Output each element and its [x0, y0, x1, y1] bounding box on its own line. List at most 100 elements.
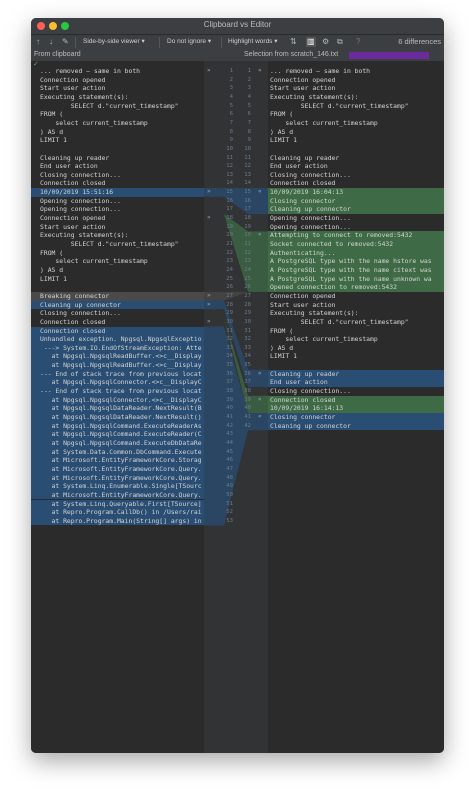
copy-icon[interactable]: ⧉: [337, 37, 343, 47]
left-panel-title: From clipboard: [34, 51, 81, 58]
right-line-number: 35: [244, 362, 251, 369]
left-line-number: 44: [226, 439, 233, 446]
apply-change-left-icon[interactable]: «: [258, 370, 262, 379]
right-code-line: SELECT d."current_timestamp": [270, 317, 409, 326]
edit-source-icon[interactable]: ✎: [62, 37, 69, 47]
left-code-line: at Microsoft.EntityFrameworkCore.Query.: [31, 464, 204, 474]
apply-change-right-icon[interactable]: »: [207, 214, 211, 223]
left-code-line: at Microsoft.EntityFrameworkCore.Storag: [31, 456, 204, 465]
left-line-number: 39: [226, 396, 233, 403]
right-code-line: [268, 361, 444, 370]
left-code-line: SELECT d."current_timestamp": [40, 240, 179, 248]
left-code-line: FROM (: [40, 248, 64, 257]
left-line-number: 16: [226, 197, 233, 204]
right-panel-title: Selection from scratch_146.txt: [244, 51, 339, 58]
left-code-line: Start user action: [40, 84, 106, 93]
apply-change-right-icon[interactable]: »: [207, 188, 211, 197]
highlight-mode-dropdown[interactable]: Highlight words ▾: [228, 37, 278, 47]
right-line-number: 37: [244, 379, 251, 386]
right-line-number: 27: [244, 292, 251, 299]
left-code-line: Connection closed: [40, 179, 106, 188]
left-code-line: Opening connection...: [40, 196, 121, 205]
right-code-line: select current_timestamp: [270, 118, 378, 127]
left-code-line: LIMIT 1: [40, 274, 67, 283]
right-line-number: 8: [247, 128, 251, 135]
apply-change-left-icon[interactable]: «: [258, 231, 262, 240]
apply-change-left-icon[interactable]: «: [258, 396, 262, 405]
left-code-line: Connection opened: [40, 214, 106, 223]
right-code-line: Authenticating...: [268, 248, 444, 258]
right-line-number: 24: [244, 266, 251, 273]
next-difference-icon[interactable]: ↓: [49, 37, 53, 47]
left-code-line: at Microsoft.EntityFrameworkCore.Query.: [31, 473, 204, 483]
left-line-number: 21: [226, 241, 233, 247]
left-line-number: 46: [226, 457, 233, 464]
left-line-number: 14: [226, 180, 233, 187]
apply-change-right-icon[interactable]: »: [207, 301, 211, 310]
toolbar: ↑ ↓ ✎ Side-by-side viewer ▾ Do not ignor…: [31, 35, 444, 51]
diff-connector-band: [204, 291, 268, 301]
right-line-number: 1: [247, 68, 251, 74]
toolbar-separator: [159, 37, 160, 48]
right-line-number: 4: [247, 93, 251, 100]
diff-connectors: [204, 188, 268, 526]
left-code-line: ) AS d: [40, 127, 64, 136]
left-line-number: 31: [226, 327, 233, 334]
right-code-line: A PostgreSQL type with the name hstore w…: [268, 257, 444, 266]
apply-change-right-icon[interactable]: »: [207, 318, 211, 327]
right-line-number: 30: [244, 318, 251, 325]
left-line-number: 50: [226, 491, 233, 498]
sync-scroll-icon[interactable]: ▥: [306, 37, 316, 47]
right-line-number: 17: [244, 206, 251, 213]
left-code-line: --- End of stack trace from previous loc…: [31, 369, 204, 379]
apply-change-left-icon[interactable]: «: [258, 413, 262, 422]
help-icon[interactable]: ?: [356, 37, 360, 47]
left-line-number: 38: [226, 388, 233, 395]
left-code-line: Connection opened: [40, 75, 106, 84]
left-editor[interactable]: ✓ ... removed – same in both Connection o…: [31, 61, 204, 753]
right-code-line: Closing connector: [268, 196, 444, 206]
left-line-number: 10: [226, 145, 233, 152]
left-code-line: select current_timestamp: [40, 118, 148, 127]
right-line-number: 2: [247, 76, 251, 83]
left-line-number: 24: [226, 266, 233, 273]
left-line-number: 12: [226, 163, 233, 170]
ignore-whitespace-dropdown[interactable]: Do not ignore ▾: [167, 37, 211, 47]
left-code-line: [31, 145, 204, 154]
right-line-number: 31: [244, 327, 251, 334]
left-line-number: 36: [226, 370, 233, 377]
diff-connector-band: [204, 214, 268, 292]
viewer-mode-dropdown[interactable]: Side-by-side viewer ▾: [83, 37, 145, 47]
right-code-line: Executing statement(s):: [270, 309, 359, 318]
left-code-line: Executing statement(s):: [40, 92, 129, 101]
editor-headers: From clipboard Selection from scratch_14…: [31, 50, 444, 61]
right-line-number: 6: [247, 111, 251, 118]
right-editor[interactable]: ... removed – same in both Connection ope…: [268, 61, 444, 753]
settings-gear-icon[interactable]: ⚙: [322, 37, 329, 47]
right-line-number: 36: [244, 370, 251, 377]
left-line-number: 11: [226, 154, 233, 161]
left-line-number: 29: [226, 310, 233, 317]
left-code-line: Cleaning up reader: [40, 153, 110, 162]
left-line-number: 3: [229, 85, 233, 92]
right-line-number: 15: [244, 189, 251, 196]
apply-change-left-icon[interactable]: «: [258, 67, 262, 76]
left-code-line: Opening connection...: [40, 205, 121, 214]
left-code-line: at System.Linq.Enumerable.Single[TSourc: [31, 482, 204, 491]
left-code-line: Closing connection...: [40, 309, 121, 318]
right-code-line: Connection closed: [270, 179, 336, 188]
collapse-unchanged-icon[interactable]: ⇅: [290, 37, 297, 47]
apply-change-left-icon[interactable]: «: [258, 188, 262, 197]
left-code-line: Closing connection...: [40, 170, 121, 179]
apply-change-right-icon[interactable]: »: [207, 292, 211, 301]
left-code-line: End user action: [40, 162, 98, 171]
right-line-number: 23: [244, 258, 251, 265]
right-line-number: 16: [244, 197, 251, 204]
apply-change-right-icon[interactable]: »: [207, 67, 211, 76]
left-line-number: 9: [229, 137, 233, 144]
right-code-line: SELECT d."current_timestamp": [270, 101, 409, 110]
right-line-number: 25: [244, 275, 251, 282]
right-line-number: 39: [244, 396, 251, 403]
previous-difference-icon[interactable]: ↑: [36, 37, 40, 47]
right-code-line: Socket connected to removed:5432: [268, 240, 444, 249]
